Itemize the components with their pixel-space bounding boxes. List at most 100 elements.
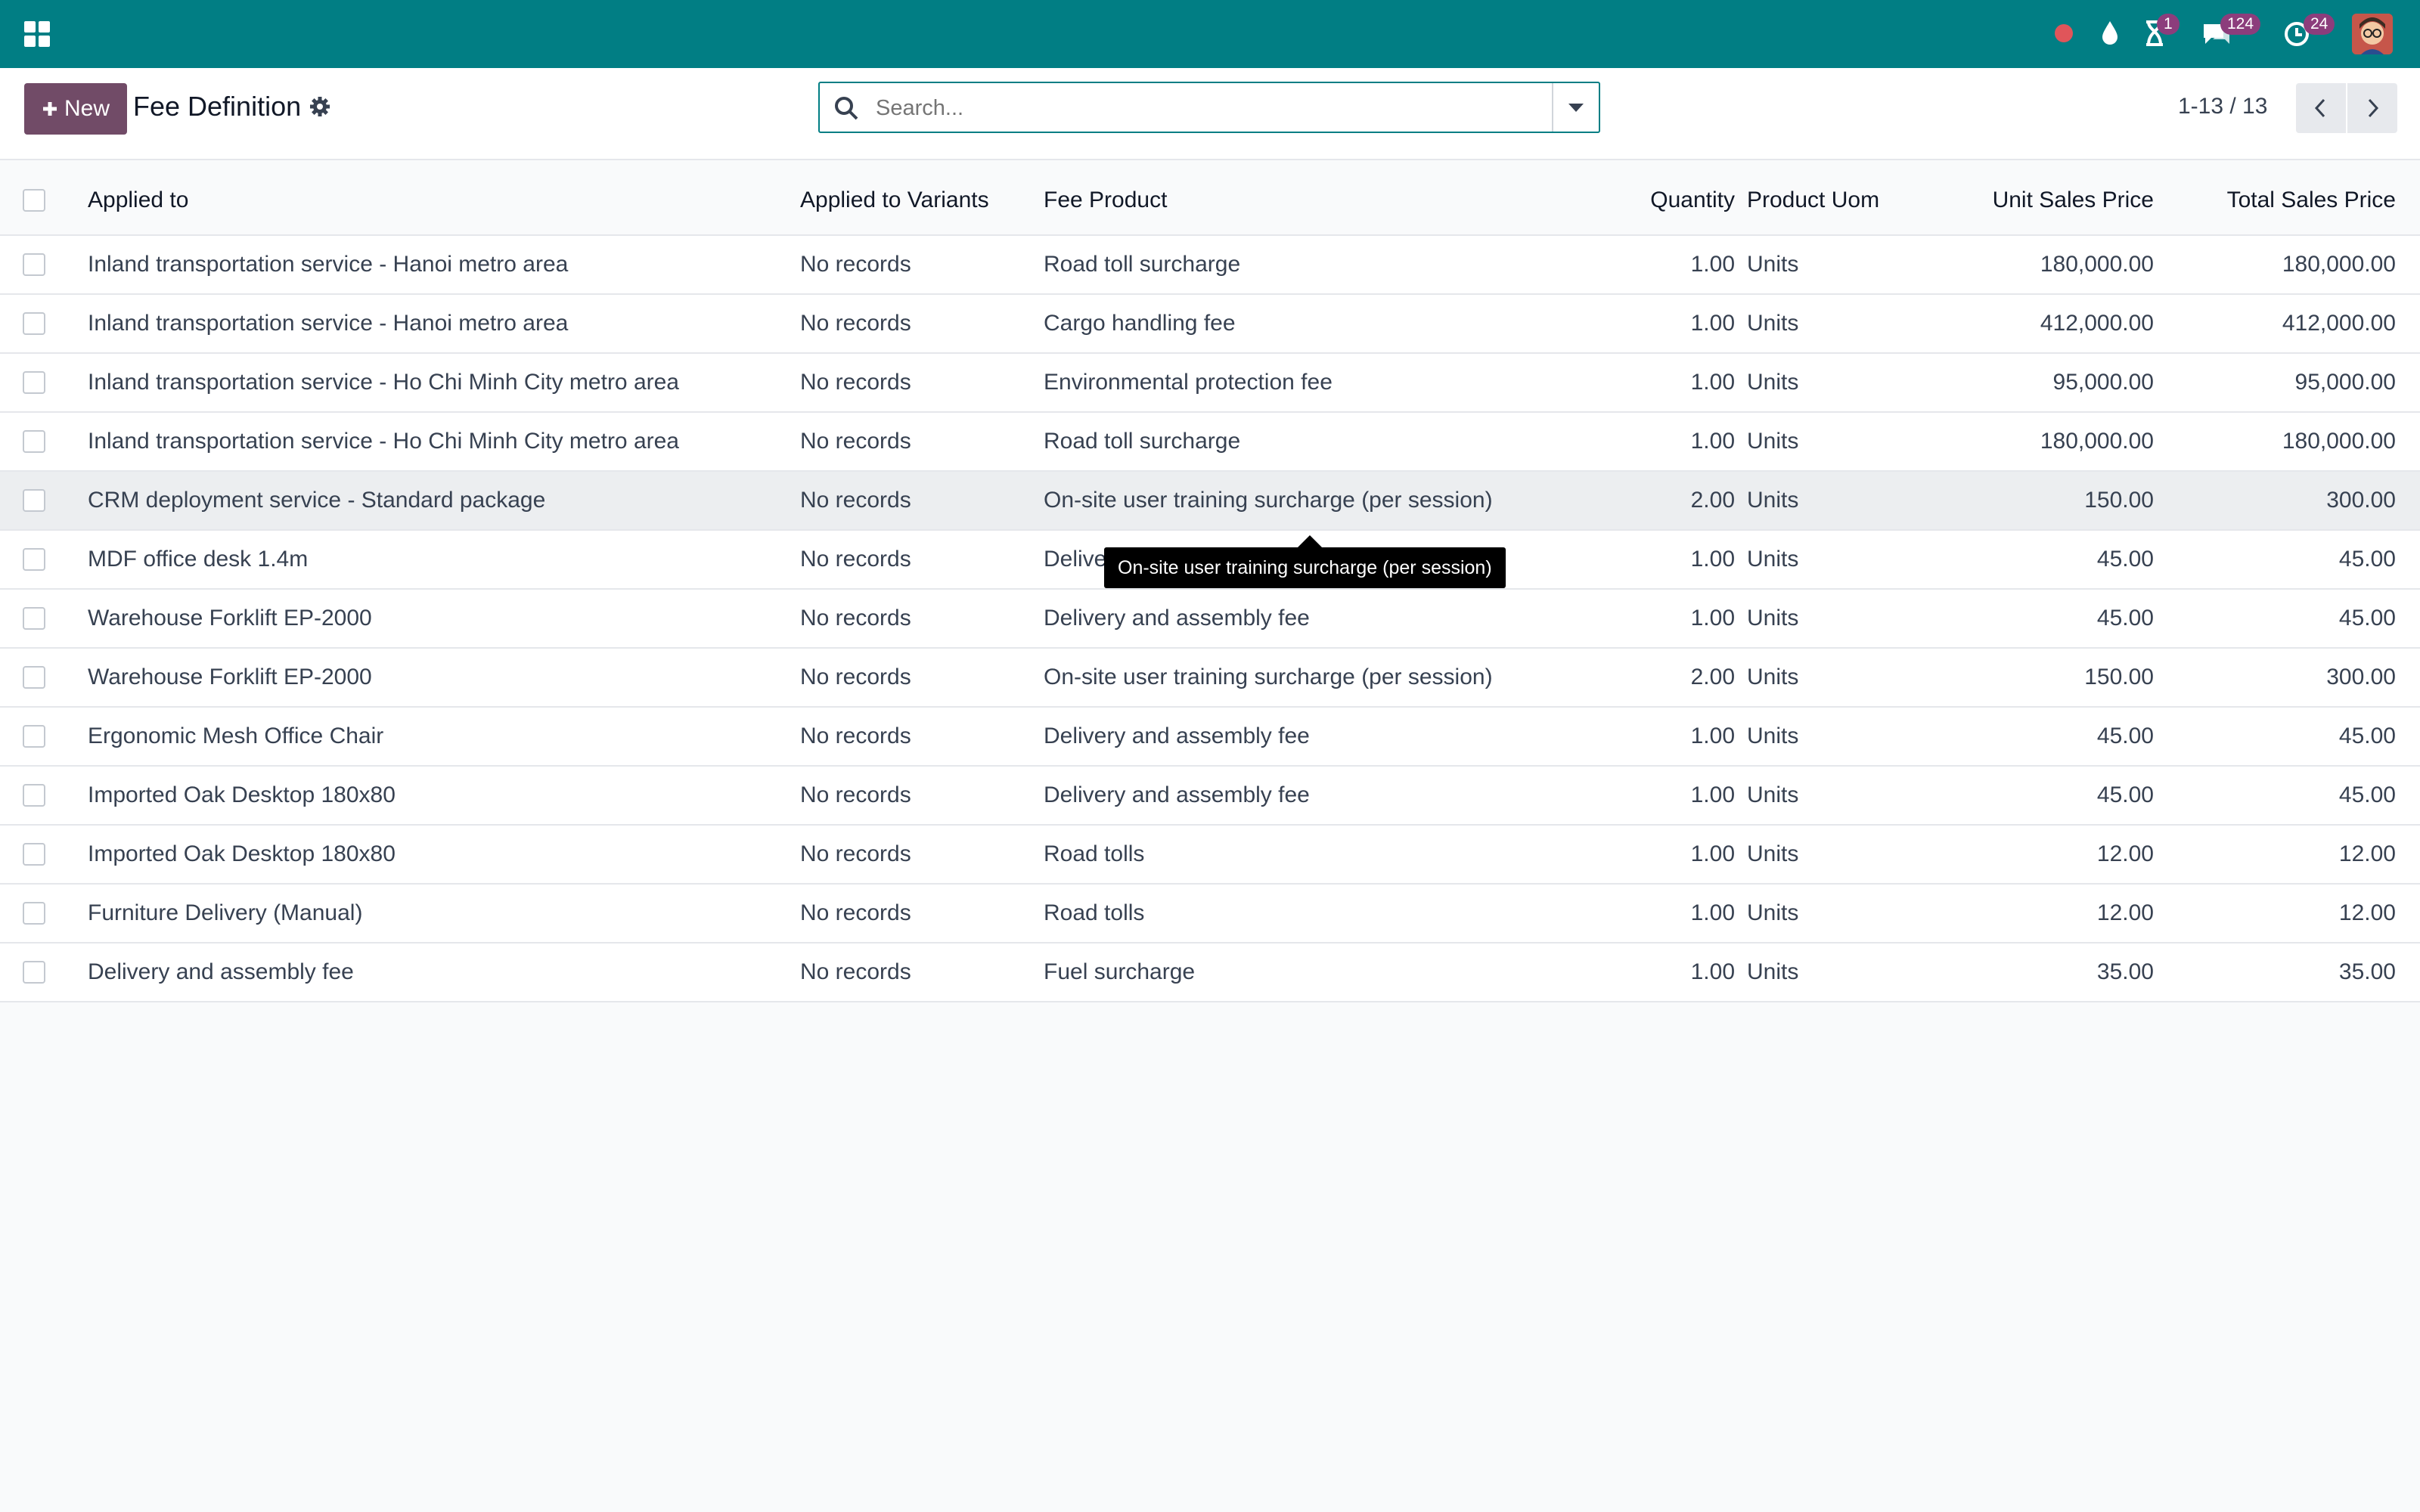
cell-unit-price: 45.00: [2096, 782, 2154, 807]
table-row[interactable]: Delivery and assembly fee No records Fuel …: [0, 943, 2420, 1002]
cell-uom: Units: [1747, 959, 1799, 984]
new-button[interactable]: New: [24, 83, 127, 135]
cell-quantity: 1.00: [1690, 723, 1735, 748]
recording-indicator-icon[interactable]: [2055, 24, 2073, 42]
column-header-fee-product[interactable]: Fee Product: [1044, 187, 1167, 213]
cell-variants: No records: [800, 606, 911, 631]
control-panel: New Fee Definition 1-13 / 13: [0, 68, 2420, 160]
cell-unit-price: 180,000.00: [2040, 429, 2154, 454]
cell-quantity: 1.00: [1690, 841, 1735, 866]
search-input[interactable]: [874, 89, 1528, 127]
cell-total-price: 45.00: [2338, 547, 2396, 572]
cell-total-price: 12.00: [2338, 900, 2396, 925]
chevron-left-icon: [2314, 98, 2325, 118]
table-row[interactable]: Inland transportation service - Ho Chi M…: [0, 354, 2420, 413]
row-checkbox[interactable]: [23, 666, 45, 689]
cell-unit-price: 150.00: [2084, 665, 2154, 689]
cell-total-price: 35.00: [2338, 959, 2396, 984]
table-header: Applied to Applied to Variants Fee Produ…: [0, 166, 2420, 236]
cell-total-price: 45.00: [2338, 723, 2396, 748]
cell-applied-to: Ergonomic Mesh Office Chair: [88, 723, 384, 748]
table-row[interactable]: Warehouse Forklift EP-2000 No records On-s…: [0, 649, 2420, 708]
column-header-applied-to[interactable]: Applied to: [88, 187, 188, 213]
gear-icon[interactable]: [309, 95, 331, 118]
cell-unit-price: 45.00: [2096, 547, 2154, 572]
table-row[interactable]: CRM deployment service - Standard packag…: [0, 472, 2420, 531]
row-checkbox[interactable]: [23, 843, 45, 866]
table-row[interactable]: Inland transportation service - Hanoi me…: [0, 295, 2420, 354]
search-bar[interactable]: [818, 82, 1600, 133]
column-header-unit-price[interactable]: Unit Sales Price: [1993, 187, 2154, 213]
clock-badge: 24: [2304, 14, 2335, 35]
cell-applied-to: Inland transportation service - Hanoi me…: [88, 311, 569, 336]
cell-fee-product: Delivery and assembly fee: [1044, 723, 1310, 748]
cell-quantity: 1.00: [1690, 429, 1735, 454]
cell-applied-to: Imported Oak Desktop 180x80: [88, 841, 396, 866]
column-header-uom[interactable]: Product Uom: [1747, 187, 1879, 213]
column-header-total-price[interactable]: Total Sales Price: [2227, 187, 2396, 213]
table-row[interactable]: Inland transportation service - Ho Chi M…: [0, 413, 2420, 472]
pager-value[interactable]: 1-13 / 13: [2178, 94, 2267, 119]
cell-unit-price: 12.00: [2096, 841, 2154, 866]
row-checkbox[interactable]: [23, 784, 45, 807]
cell-variants: No records: [800, 959, 911, 984]
cell-unit-price: 150.00: [2084, 488, 2154, 513]
user-avatar[interactable]: [2352, 14, 2393, 54]
cell-applied-to: Imported Oak Desktop 180x80: [88, 782, 396, 807]
pager-next-button[interactable]: [2347, 83, 2397, 133]
cell-applied-to: MDF office desk 1.4m: [88, 547, 309, 572]
cell-quantity: 1.00: [1690, 547, 1735, 572]
apps-menu-icon[interactable]: [24, 21, 50, 47]
table-row[interactable]: Ergonomic Mesh Office Chair No records Del…: [0, 708, 2420, 767]
cell-quantity: 1.00: [1690, 900, 1735, 925]
column-header-variants[interactable]: Applied to Variants: [800, 187, 989, 213]
cell-applied-to: Delivery and assembly fee: [88, 959, 354, 984]
row-checkbox[interactable]: [23, 902, 45, 925]
plus-icon: [42, 102, 57, 116]
table-row[interactable]: Warehouse Forklift EP-2000 No records Deli…: [0, 590, 2420, 649]
cell-fee-product: On-site user training surcharge (per ses…: [1044, 488, 1493, 513]
column-header-quantity[interactable]: Quantity: [1650, 187, 1735, 213]
cell-variants: No records: [800, 488, 911, 513]
select-all-checkbox[interactable]: [23, 189, 45, 212]
tooltip: On-site user training surcharge (per ses…: [1104, 547, 1506, 588]
cell-applied-to: Inland transportation service - Ho Chi M…: [88, 370, 679, 395]
cell-applied-to: Inland transportation service - Hanoi me…: [88, 252, 569, 277]
cell-uom: Units: [1747, 841, 1799, 866]
pager-previous-button[interactable]: [2296, 83, 2346, 133]
row-checkbox[interactable]: [23, 548, 45, 571]
cell-uom: Units: [1747, 547, 1799, 572]
cell-fee-product: Delivery and assembly fee: [1044, 782, 1310, 807]
table-row[interactable]: Imported Oak Desktop 180x80 No records Roa…: [0, 826, 2420, 885]
messages-badge: 124: [2220, 14, 2261, 35]
cell-unit-price: 180,000.00: [2040, 252, 2154, 277]
cell-fee-product: Cargo handling fee: [1044, 311, 1236, 336]
row-checkbox[interactable]: [23, 312, 45, 335]
table-row[interactable]: Furniture Delivery (Manual) No records Roa…: [0, 885, 2420, 943]
row-checkbox[interactable]: [23, 725, 45, 748]
cell-total-price: 45.00: [2338, 606, 2396, 631]
cell-uom: Units: [1747, 370, 1799, 395]
cell-applied-to: Warehouse Forklift EP-2000: [88, 665, 372, 689]
row-checkbox[interactable]: [23, 253, 45, 276]
row-checkbox[interactable]: [23, 961, 45, 984]
cell-uom: Units: [1747, 665, 1799, 689]
table-row[interactable]: Inland transportation service - Hanoi me…: [0, 236, 2420, 295]
row-checkbox[interactable]: [23, 430, 45, 453]
table-row[interactable]: Imported Oak Desktop 180x80 No records Del…: [0, 767, 2420, 826]
cell-quantity: 1.00: [1690, 606, 1735, 631]
row-checkbox[interactable]: [23, 489, 45, 512]
search-options-toggle[interactable]: [1552, 83, 1599, 132]
cell-quantity: 1.00: [1690, 370, 1735, 395]
cell-fee-product: Road toll surcharge: [1044, 252, 1241, 277]
row-checkbox[interactable]: [23, 371, 45, 394]
row-checkbox[interactable]: [23, 607, 45, 630]
cell-fee-product: Delive: [1044, 547, 1107, 572]
cell-total-price: 45.00: [2338, 782, 2396, 807]
cell-total-price: 300.00: [2326, 665, 2396, 689]
cell-fee-product: Road tolls: [1044, 900, 1145, 925]
drop-icon[interactable]: [2098, 20, 2122, 47]
cell-fee-product: On-site user training surcharge (per ses…: [1044, 665, 1493, 689]
top-navbar: 1 124 24: [0, 0, 2420, 68]
tooltip-arrow: [1298, 535, 1322, 547]
